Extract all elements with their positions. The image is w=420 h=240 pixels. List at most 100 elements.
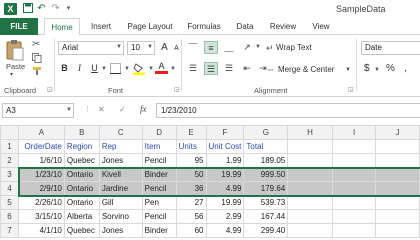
save-icon[interactable] [22, 3, 33, 14]
table-cell[interactable]: Quebec [63, 223, 100, 238]
table-cell[interactable]: Ontario [63, 167, 100, 182]
column-header-h[interactable]: H [287, 125, 333, 140]
merge-center-button[interactable]: Merge & Center [278, 65, 334, 74]
table-cell[interactable]: 56 [175, 209, 207, 224]
table-cell[interactable]: Jones [98, 153, 143, 168]
table-cell[interactable] [287, 223, 333, 238]
bold-button[interactable]: B [58, 62, 71, 75]
align-left-icon[interactable]: ☰ [186, 62, 200, 75]
chevron-down-icon[interactable]: ▼ [170, 66, 176, 72]
table-cell[interactable]: Pencil [141, 153, 177, 168]
table-cell[interactable]: Pen [141, 195, 177, 210]
underline-button[interactable]: U [88, 62, 101, 75]
chevron-down-icon[interactable]: ▼ [124, 66, 130, 72]
tab-file[interactable]: FILE [0, 18, 38, 35]
table-cell[interactable]: 36 [175, 181, 207, 196]
copy-icon[interactable] [32, 53, 42, 63]
tab-insert[interactable]: Insert [86, 18, 116, 35]
table-cell[interactable]: Ontario [63, 195, 100, 210]
row-header[interactable]: 7 [0, 223, 19, 238]
tab-view[interactable]: View [308, 18, 334, 35]
tab-home[interactable]: Home [44, 18, 80, 36]
chevron-down-icon[interactable]: ▼ [147, 44, 153, 50]
table-cell[interactable] [331, 209, 377, 224]
column-header-b[interactable]: B [63, 125, 100, 140]
font-name-select[interactable]: Arial [58, 41, 124, 55]
font-color-icon[interactable]: A [155, 61, 168, 74]
table-cell[interactable] [375, 181, 420, 196]
table-cell[interactable]: 2.99 [205, 209, 245, 224]
column-header-a[interactable]: A [17, 125, 65, 140]
table-cell[interactable] [331, 153, 377, 168]
select-all-corner[interactable] [0, 125, 19, 140]
currency-button[interactable]: $ [364, 63, 370, 74]
table-cell[interactable]: 4.99 [205, 181, 245, 196]
table-cell[interactable]: Quebec [63, 153, 100, 168]
bottom-align-icon[interactable]: ⎽ [222, 41, 236, 54]
paste-button[interactable] [5, 39, 27, 63]
column-header-j[interactable]: J [375, 125, 420, 140]
table-cell[interactable]: 179.64 [243, 181, 289, 196]
chevron-down-icon[interactable]: ▼ [116, 44, 122, 50]
table-cell[interactable]: 299.40 [243, 223, 289, 238]
row-header[interactable]: 6 [0, 209, 19, 224]
alignment-launcher-icon[interactable]: ◲ [348, 86, 354, 93]
top-align-icon[interactable]: ⎺ [186, 41, 200, 54]
chevron-down-icon[interactable]: ▼ [374, 67, 380, 73]
customize-toolbar-icon[interactable]: ▾ [63, 3, 74, 14]
table-cell[interactable] [375, 167, 420, 182]
table-cell[interactable]: Gill [98, 195, 143, 210]
number-format-select[interactable]: Date [361, 41, 420, 55]
table-cell[interactable]: 4.99 [205, 223, 245, 238]
row-header[interactable]: 3 [0, 167, 19, 182]
table-cell[interactable]: Jardine [98, 181, 143, 196]
column-header-f[interactable]: F [205, 125, 245, 140]
merge-center-icon[interactable]: ⇔ [266, 64, 275, 74]
table-cell[interactable]: 2/9/10 [17, 181, 65, 196]
name-box[interactable]: A3 [2, 103, 74, 118]
redo-icon[interactable]: ↷ [50, 3, 61, 14]
table-cell[interactable]: Pencil [141, 209, 177, 224]
table-cell[interactable] [375, 195, 420, 210]
table-cell[interactable]: Pencil [141, 181, 177, 196]
row-header[interactable]: 5 [0, 195, 19, 210]
table-cell[interactable]: Kivell [98, 167, 143, 182]
table-cell[interactable] [331, 181, 377, 196]
table-cell[interactable] [287, 209, 333, 224]
decrease-indent-icon[interactable]: ⇤ [240, 62, 254, 75]
table-cell[interactable]: 19.99 [205, 195, 245, 210]
column-header-i[interactable]: I [331, 125, 377, 140]
borders-icon[interactable] [110, 63, 122, 75]
table-cell[interactable]: 27 [175, 195, 207, 210]
table-cell[interactable]: 50 [175, 167, 207, 182]
wrap-text-icon[interactable]: ↵ [266, 43, 274, 54]
table-cell[interactable]: Jones [98, 223, 143, 238]
wrap-text-button[interactable]: Wrap Text [276, 43, 312, 52]
chevron-down-icon[interactable]: ▼ [101, 66, 107, 72]
table-cell[interactable]: Binder [141, 167, 177, 182]
table-cell[interactable] [287, 181, 333, 196]
comma-style-icon[interactable]: , [404, 63, 407, 74]
header-cell-item[interactable]: Item [141, 139, 177, 154]
table-cell[interactable] [331, 139, 377, 154]
column-header-g[interactable]: G [243, 125, 289, 140]
table-cell[interactable]: Alberta [63, 209, 100, 224]
chevron-down-icon[interactable]: ▼ [345, 67, 351, 73]
table-cell[interactable] [375, 153, 420, 168]
table-cell[interactable]: 19.99 [205, 167, 245, 182]
clipboard-launcher-icon[interactable]: ◲ [47, 86, 53, 93]
row-header[interactable]: 2 [0, 153, 19, 168]
row-header[interactable]: 1 [0, 139, 19, 154]
insert-function-icon[interactable]: fx [140, 104, 147, 114]
table-cell[interactable]: 539.73 [243, 195, 289, 210]
align-center-icon[interactable]: ☰ [204, 62, 218, 75]
table-cell[interactable] [287, 195, 333, 210]
row-header[interactable]: 4 [0, 181, 19, 196]
table-cell[interactable] [331, 223, 377, 238]
font-launcher-icon[interactable]: ◲ [174, 86, 180, 93]
column-header-c[interactable]: C [98, 125, 143, 140]
table-cell[interactable] [375, 223, 420, 238]
table-cell[interactable] [287, 139, 333, 154]
header-cell-rep[interactable]: Rep [98, 139, 143, 154]
cancel-icon[interactable]: ✕ [98, 105, 105, 114]
